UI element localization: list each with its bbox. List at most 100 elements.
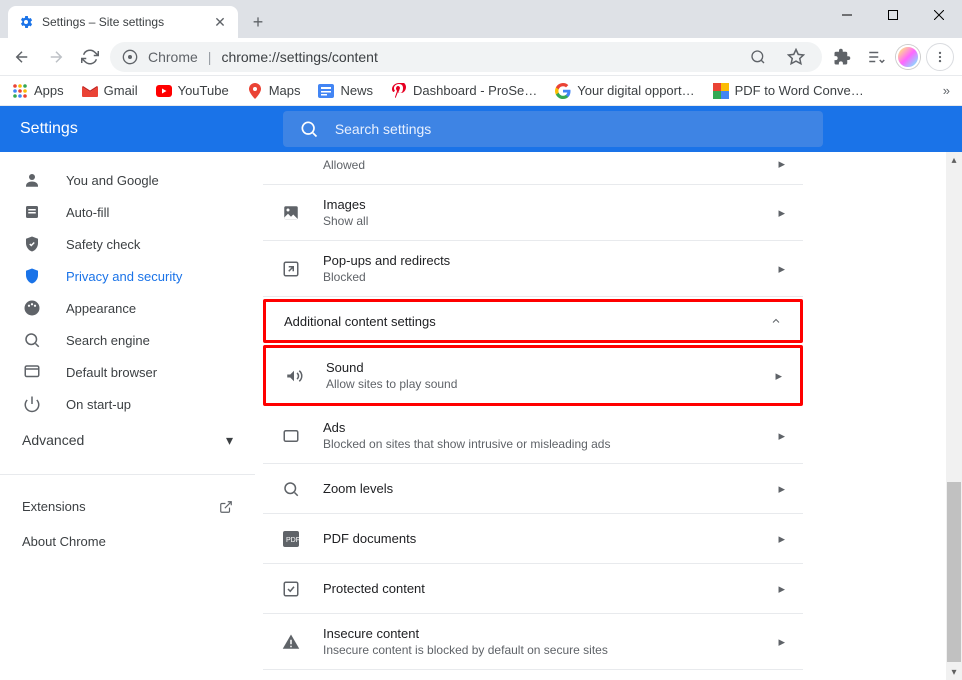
external-link-icon (219, 500, 233, 514)
chevron-down-icon: ▾ (226, 432, 233, 449)
sound-icon (284, 367, 304, 385)
omnibox-divider: | (208, 49, 212, 65)
reading-list-icon[interactable] (862, 43, 890, 71)
tab-title: Settings – Site settings (42, 15, 164, 29)
sidebar-appearance[interactable]: Appearance (0, 292, 255, 324)
row-insecure[interactable]: Insecure contentInsecure content is bloc… (263, 614, 803, 670)
search-icon (22, 331, 42, 349)
pinterest-icon (391, 83, 407, 99)
autofill-icon (22, 203, 42, 221)
sidebar-divider (0, 474, 255, 475)
titlebar: Settings – Site settings ✕ + (0, 0, 962, 38)
settings-header: Settings (0, 106, 962, 152)
bookmark-digital[interactable]: Your digital opport… (555, 83, 694, 99)
chevron-right-icon: ▸ (778, 581, 785, 597)
bookmark-maps[interactable]: Maps (247, 83, 301, 99)
bookmark-apps[interactable]: Apps (12, 83, 64, 99)
extensions-icon[interactable] (828, 43, 856, 71)
sidebar-privacy-security[interactable]: Privacy and security (0, 260, 255, 292)
chevron-right-icon: ▸ (778, 634, 785, 650)
reload-button[interactable] (76, 43, 104, 71)
sidebar-safety-check[interactable]: Safety check (0, 228, 255, 260)
chevron-right-icon: ▸ (778, 261, 785, 277)
shield-check-icon (22, 235, 42, 253)
chevron-right-icon: ▸ (778, 205, 785, 221)
address-bar[interactable]: Chrome | chrome://settings/content (110, 42, 822, 72)
row-zoom[interactable]: Zoom levels ▸ (263, 464, 803, 514)
row-protected[interactable]: Protected content ▸ (263, 564, 803, 614)
chevron-right-icon: ▸ (778, 428, 785, 444)
maps-pin-icon (247, 83, 263, 99)
youtube-icon (156, 83, 172, 99)
sidebar-search-engine[interactable]: Search engine (0, 324, 255, 356)
pdf-icon (713, 83, 729, 99)
svg-text:PDF: PDF (286, 537, 299, 544)
row-ads[interactable]: AdsBlocked on sites that show intrusive … (263, 408, 803, 464)
zoom-icon (281, 480, 301, 498)
settings-gear-icon (18, 14, 34, 30)
sidebar-extensions[interactable]: Extensions (0, 489, 255, 524)
sidebar-autofill[interactable]: Auto-fill (0, 196, 255, 228)
protected-icon (281, 580, 301, 598)
chevron-right-icon: ▸ (775, 368, 782, 384)
bookmark-pdf[interactable]: PDF to Word Conve… (713, 83, 864, 99)
google-g-icon (555, 83, 571, 99)
warning-icon (281, 633, 301, 651)
sidebar-advanced[interactable]: Advanced▾ (0, 420, 255, 460)
zoom-icon[interactable] (744, 43, 772, 71)
minimize-button[interactable] (824, 0, 870, 30)
back-button[interactable] (8, 43, 36, 71)
close-window-button[interactable] (916, 0, 962, 30)
bookmark-star-icon[interactable] (782, 43, 810, 71)
news-icon (318, 83, 334, 99)
chevron-right-icon: ▸ (778, 481, 785, 497)
omnibox-url: chrome://settings/content (221, 49, 377, 65)
chrome-menu-icon[interactable] (926, 43, 954, 71)
close-tab-icon[interactable]: ✕ (212, 14, 228, 30)
sidebar-on-startup[interactable]: On start-up (0, 388, 255, 420)
row-popups[interactable]: Pop-ups and redirectsBlocked ▸ (263, 241, 803, 297)
row-pdf[interactable]: PDF PDF documents ▸ (263, 514, 803, 564)
bookmarks-bar: Apps Gmail YouTube Maps News Dashboard -… (0, 76, 962, 106)
new-tab-button[interactable]: + (244, 8, 272, 36)
row-images[interactable]: ImagesShow all ▸ (263, 185, 803, 241)
profile-avatar[interactable] (896, 45, 920, 69)
scroll-thumb[interactable] (947, 482, 961, 662)
scroll-down-icon[interactable]: ▾ (946, 664, 962, 680)
settings-main: Allowed ▸ ImagesShow all ▸ Pop-ups and r… (255, 152, 962, 680)
bookmark-gmail[interactable]: Gmail (82, 83, 138, 99)
image-icon (281, 204, 301, 222)
search-icon (299, 119, 319, 139)
chevron-up-icon (770, 315, 782, 327)
section-additional-content[interactable]: Additional content settings (263, 299, 803, 343)
browser-icon (22, 363, 42, 381)
omnibox-chrome-label: Chrome (148, 49, 198, 65)
palette-icon (22, 299, 42, 317)
row-sound[interactable]: SoundAllow sites to play sound ▸ (263, 345, 803, 406)
sidebar-about-chrome[interactable]: About Chrome (0, 524, 255, 559)
header-title: Settings (20, 120, 78, 138)
forward-button[interactable] (42, 43, 70, 71)
person-icon (22, 171, 42, 189)
bookmark-youtube[interactable]: YouTube (156, 83, 229, 99)
row-partial[interactable]: Allowed ▸ (263, 152, 803, 185)
scroll-up-icon[interactable]: ▴ (946, 152, 962, 168)
chevron-right-icon: ▸ (778, 156, 785, 172)
search-settings-input[interactable] (335, 121, 807, 137)
scrollbar[interactable]: ▴ ▾ (946, 152, 962, 680)
sidebar-default-browser[interactable]: Default browser (0, 356, 255, 388)
bookmark-dashboard[interactable]: Dashboard - ProSe… (391, 83, 537, 99)
maximize-button[interactable] (870, 0, 916, 30)
pdf-doc-icon: PDF (281, 531, 301, 547)
site-info-icon[interactable] (122, 49, 138, 65)
gmail-icon (82, 83, 98, 99)
chevron-right-icon: ▸ (778, 531, 785, 547)
toolbar: Chrome | chrome://settings/content (0, 38, 962, 76)
power-icon (22, 395, 42, 413)
browser-tab[interactable]: Settings – Site settings ✕ (8, 6, 238, 38)
search-settings-box[interactable] (283, 111, 823, 147)
bookmarks-overflow[interactable]: » (943, 83, 950, 98)
sidebar-you-and-google[interactable]: You and Google (0, 164, 255, 196)
bookmark-news[interactable]: News (318, 83, 373, 99)
settings-sidebar: You and Google Auto-fill Safety check Pr… (0, 152, 255, 680)
